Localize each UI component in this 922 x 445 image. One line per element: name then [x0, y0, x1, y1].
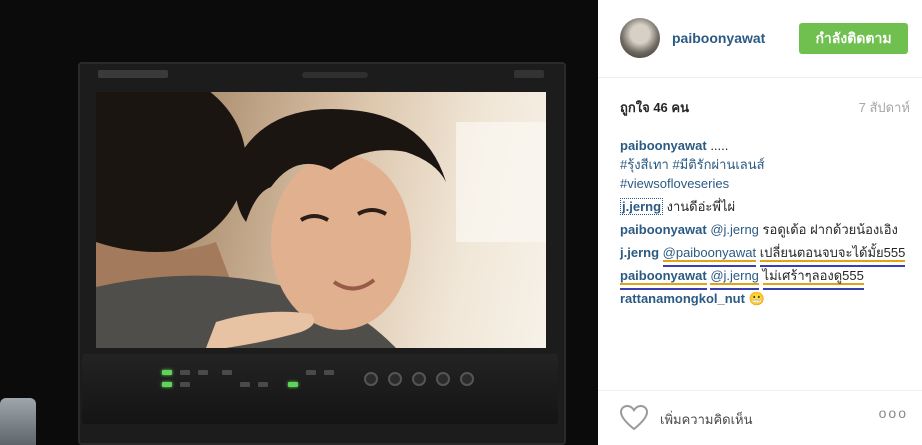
comment-username[interactable]: j.jerng	[620, 198, 664, 215]
post-meta: ถูกใจ 46 คน 7 สัปดาห์	[620, 97, 910, 117]
following-button[interactable]: กำลังติดตาม	[799, 23, 908, 54]
comment: j.jerng งานดีอ่ะพี่ไผ่	[620, 197, 910, 216]
more-options-icon[interactable]: ooo	[879, 405, 908, 421]
post-header: paiboonyawat กำลังติดตาม	[598, 0, 922, 78]
caption-text: .....	[710, 138, 729, 153]
post-footer: เพิ่มความคิดเห็น ooo	[598, 390, 922, 445]
comment-text: เปลี่ยนตอนจบจะได้มั้ย555	[759, 245, 906, 262]
comment-mention[interactable]: @j.jerng	[710, 222, 759, 237]
caption-username[interactable]: paiboonyawat	[620, 138, 707, 153]
avatar[interactable]	[620, 18, 660, 58]
comments-list: paiboonyawat ..... #รุ้งสีเทา #มีติรักผ่…	[620, 136, 910, 312]
cup	[0, 398, 36, 445]
post-panel: paiboonyawat กำลังติดตาม ถูกใจ 46 คน 7 ส…	[598, 0, 922, 445]
monitor-screen	[96, 92, 546, 348]
heart-icon[interactable]	[620, 405, 648, 431]
comment-text: งานดีอ่ะพี่ไผ่	[666, 199, 736, 214]
hashtag[interactable]: #รุ้งสีเทา	[620, 157, 669, 172]
comment-mention[interactable]: @paiboonyawat	[662, 245, 757, 262]
likes-count[interactable]: ถูกใจ 46 คน	[620, 97, 689, 118]
comment-username[interactable]: paiboonyawat	[620, 222, 707, 237]
hashtag[interactable]: #viewsofloveseries	[620, 176, 729, 191]
comment-username[interactable]: j.jerng	[620, 245, 659, 260]
comment-username[interactable]: paiboonyawat	[620, 268, 707, 285]
comment: j.jerng @paiboonyawat เปลี่ยนตอนจบจะได้ม…	[620, 243, 910, 262]
post-time[interactable]: 7 สัปดาห์	[859, 97, 910, 118]
comment: paiboonyawat @j.jerng รอดูเด้อ ฝากด้วยน้…	[620, 220, 910, 239]
comment: paiboonyawat @j.jerng ไม่เศร้าๆลองดู555	[620, 266, 910, 285]
comment-mention[interactable]: @j.jerng	[710, 268, 759, 285]
comment-text: 😬	[748, 291, 765, 306]
comment: rattanamongkol_nut 😬	[620, 289, 910, 308]
add-comment-input[interactable]: เพิ่มความคิดเห็น	[660, 409, 753, 430]
header-username[interactable]: paiboonyawat	[672, 30, 765, 46]
monitor-controls	[82, 354, 558, 424]
comment-text: รอดูเด้อ ฝากด้วยน้องเอิง	[762, 222, 898, 237]
post-photo[interactable]	[0, 0, 598, 445]
comment-text: ไม่เศร้าๆลองดู555	[762, 268, 864, 285]
comment-username[interactable]: rattanamongkol_nut	[620, 291, 745, 306]
caption: paiboonyawat ..... #รุ้งสีเทา #มีติรักผ่…	[620, 136, 910, 193]
screen-scene	[96, 92, 546, 348]
hashtag[interactable]: #มีติรักผ่านเลนส์	[672, 157, 764, 172]
